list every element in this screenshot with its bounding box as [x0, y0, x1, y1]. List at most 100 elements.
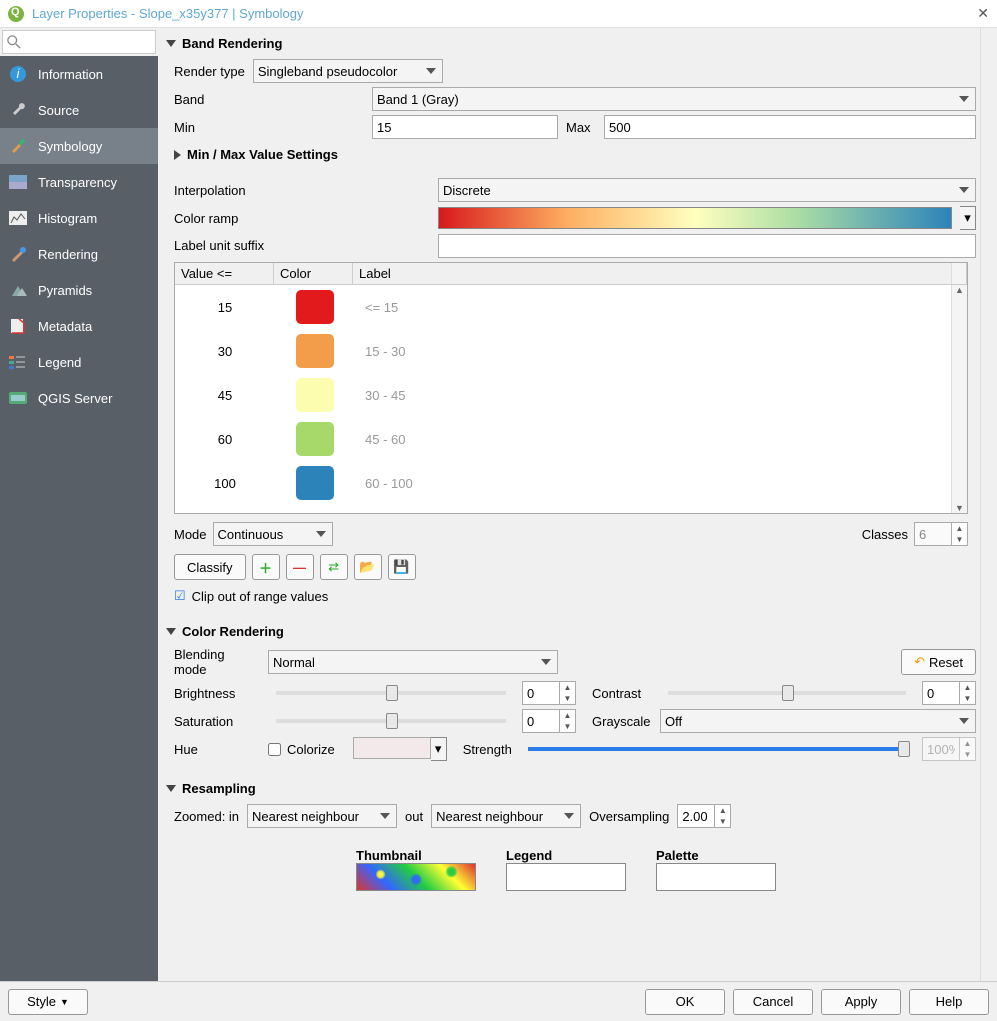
grayscale-select[interactable]: Off — [660, 709, 976, 733]
class-row[interactable]: 30 15 - 30 — [175, 329, 951, 373]
collapse-icon — [166, 628, 176, 635]
expand-icon — [174, 150, 181, 160]
oversampling-spin[interactable]: ▲▼ — [677, 804, 731, 828]
sidebar-item-legend[interactable]: Legend — [0, 344, 158, 380]
reset-button[interactable]: ↶Reset — [901, 649, 976, 675]
style-button[interactable]: Style ▼ — [8, 989, 88, 1015]
classes-spin[interactable]: ▲▼ — [914, 522, 968, 546]
zoom-out-select[interactable]: Nearest neighbour — [431, 804, 581, 828]
apply-button[interactable]: Apply — [821, 989, 901, 1015]
class-color[interactable] — [275, 378, 355, 412]
save-button[interactable]: 💾 — [388, 554, 416, 580]
sidebar-item-label: Symbology — [38, 139, 102, 154]
hue-color-button[interactable] — [353, 737, 431, 759]
zoom-in-select[interactable]: Nearest neighbour — [247, 804, 397, 828]
sidebar-item-information[interactable]: i Information — [0, 56, 158, 92]
thumbnail-label: Thumbnail — [356, 848, 476, 863]
info-icon: i — [8, 64, 28, 84]
class-row[interactable]: 15 <= 15 — [175, 285, 951, 329]
hue-label: Hue — [174, 742, 260, 757]
ok-button[interactable]: OK — [645, 989, 725, 1015]
sidebar-item-label: Legend — [38, 355, 81, 370]
col-value[interactable]: Value <= — [175, 263, 274, 284]
contrast-label: Contrast — [592, 686, 652, 701]
class-value[interactable]: 30 — [175, 344, 275, 359]
strength-slider[interactable] — [528, 747, 906, 751]
brightness-slider[interactable] — [276, 691, 506, 695]
grayscale-label: Grayscale — [592, 714, 652, 729]
sidebar-item-transparency[interactable]: Transparency — [0, 164, 158, 200]
label-suffix-input[interactable] — [438, 234, 976, 258]
class-color[interactable] — [275, 466, 355, 500]
col-color[interactable]: Color — [274, 263, 353, 284]
class-color[interactable] — [275, 422, 355, 456]
color-ramp-menu-button[interactable]: ▾ — [960, 206, 976, 230]
class-value[interactable]: 100 — [175, 476, 275, 491]
class-value[interactable]: 15 — [175, 300, 275, 315]
render-type-select[interactable]: Singleband pseudocolor — [253, 59, 443, 83]
content-scrollbar[interactable] — [980, 28, 997, 981]
class-label[interactable]: 15 - 30 — [355, 344, 405, 359]
class-value[interactable]: 60 — [175, 432, 275, 447]
class-row[interactable]: 100 60 - 100 — [175, 461, 951, 505]
sidebar-item-metadata[interactable]: Metadata — [0, 308, 158, 344]
remove-class-button[interactable]: — — [286, 554, 314, 580]
class-label[interactable]: 45 - 60 — [355, 432, 405, 447]
mode-select[interactable]: Continuous — [213, 522, 333, 546]
sidebar-item-symbology[interactable]: Symbology — [0, 128, 158, 164]
sidebar-item-source[interactable]: Source — [0, 92, 158, 128]
app-icon — [8, 6, 24, 22]
band-select[interactable]: Band 1 (Gray) — [372, 87, 976, 111]
saturation-spin[interactable]: ▲▼ — [522, 709, 576, 733]
class-label[interactable]: <= 15 — [355, 300, 398, 315]
histogram-icon — [8, 208, 28, 228]
close-icon[interactable]: ✕ — [977, 5, 989, 22]
strength-label: Strength — [463, 742, 512, 757]
plus-icon: ＋ — [259, 558, 272, 577]
class-label[interactable]: 60 - 100 — [355, 476, 413, 491]
clip-checkbox[interactable]: ☑Clip out of range values — [174, 588, 328, 604]
class-row[interactable]: 60 45 - 60 — [175, 417, 951, 461]
interpolation-select[interactable]: Discrete — [438, 178, 976, 202]
brightness-spin[interactable]: ▲▼ — [522, 681, 576, 705]
section-minmax[interactable]: Min / Max Value Settings — [174, 143, 976, 166]
class-row[interactable]: 45 30 - 45 — [175, 373, 951, 417]
folder-icon: 📂 — [359, 559, 375, 575]
sidebar-item-histogram[interactable]: Histogram — [0, 200, 158, 236]
table-scrollbar[interactable]: ▲▼ — [951, 285, 967, 513]
strength-spin[interactable]: ▲▼ — [922, 737, 976, 761]
paintbrush-icon — [8, 244, 28, 264]
sidebar-item-label: Histogram — [38, 211, 97, 226]
section-color-rendering[interactable]: Color Rendering — [166, 620, 976, 643]
max-input[interactable] — [604, 115, 976, 139]
saturation-slider[interactable] — [276, 719, 506, 723]
pyramids-icon — [8, 280, 28, 300]
contrast-spin[interactable]: ▲▼ — [922, 681, 976, 705]
contrast-slider[interactable] — [668, 691, 906, 695]
blending-label: Blending mode — [174, 647, 260, 677]
add-class-button[interactable]: ＋ — [252, 554, 280, 580]
colorize-checkbox[interactable]: Colorize — [268, 742, 335, 757]
col-label[interactable]: Label — [353, 263, 951, 284]
class-value[interactable]: 45 — [175, 388, 275, 403]
class-color[interactable] — [275, 334, 355, 368]
sidebar-search[interactable] — [2, 30, 156, 54]
hue-color-menu[interactable]: ▾ — [431, 737, 447, 761]
invert-button[interactable]: ⇄ — [320, 554, 348, 580]
sidebar-item-pyramids[interactable]: Pyramids — [0, 272, 158, 308]
cancel-button[interactable]: Cancel — [733, 989, 813, 1015]
min-input[interactable] — [372, 115, 558, 139]
sidebar-item-rendering[interactable]: Rendering — [0, 236, 158, 272]
class-label[interactable]: 30 - 45 — [355, 388, 405, 403]
load-button[interactable]: 📂 — [354, 554, 382, 580]
classify-button[interactable]: Classify — [174, 554, 246, 580]
blending-select[interactable]: Normal — [268, 650, 558, 674]
class-color[interactable] — [275, 290, 355, 324]
max-label: Max — [566, 120, 596, 135]
sidebar-item-qgis-server[interactable]: QGIS Server — [0, 380, 158, 416]
wrench-icon — [8, 100, 28, 120]
section-band-rendering[interactable]: Band Rendering — [166, 32, 976, 55]
section-resampling[interactable]: Resampling — [166, 777, 976, 800]
color-ramp[interactable] — [438, 207, 952, 229]
help-button[interactable]: Help — [909, 989, 989, 1015]
